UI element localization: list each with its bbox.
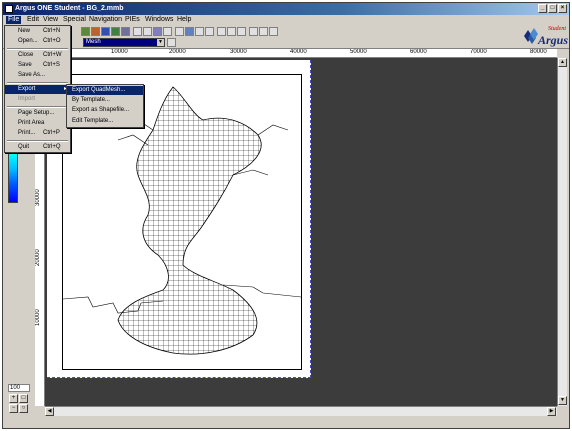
menu-navigation[interactable]: Navigation <box>89 16 122 24</box>
scroll-right-icon[interactable]: ▶ <box>547 407 556 416</box>
scroll-down-icon[interactable]: ▼ <box>558 396 567 405</box>
ruler-label: 20000 <box>169 49 186 55</box>
top-ruler: 10000 20000 30000 40000 50000 60000 7000… <box>47 49 557 58</box>
tool-icon-18[interactable] <box>259 27 268 36</box>
menu-windows[interactable]: Windows <box>145 16 173 24</box>
tool-icon-16[interactable] <box>237 27 246 36</box>
color-scale-bar <box>8 153 18 203</box>
menu-separator <box>7 140 68 142</box>
menu-item-by-template[interactable]: By Template... <box>67 96 143 105</box>
tool-icon-14[interactable] <box>217 27 226 36</box>
menu-item-save-as[interactable]: Save As... <box>5 71 70 80</box>
layer-combo-value: Mesh <box>86 39 101 45</box>
tool-icon-8[interactable] <box>153 27 162 36</box>
tool-icon-6[interactable] <box>133 27 142 36</box>
tool-icon-13[interactable] <box>205 27 214 36</box>
tool-icon-10[interactable] <box>175 27 184 36</box>
zoom-out-icon[interactable]: − <box>9 404 18 413</box>
ruler-label: 10000 <box>111 49 128 55</box>
menu-item-export-shapefile[interactable]: Export as Shapefile... <box>67 106 143 115</box>
tool-icon-19[interactable] <box>269 27 278 36</box>
status-bar <box>3 416 569 428</box>
menu-item-export-quadmesh[interactable]: Export QuadMesh... <box>67 86 143 95</box>
tool-icon-9[interactable] <box>163 27 172 36</box>
ruler-label: 50000 <box>350 49 367 55</box>
menu-item-print[interactable]: Print... Ctrl+P <box>5 129 70 138</box>
scroll-up-icon[interactable]: ▲ <box>558 58 567 67</box>
tool-icon-15[interactable] <box>227 27 236 36</box>
vertical-scrollbar[interactable]: ▲ ▼ <box>557 58 567 406</box>
argus-logo: Student Argus <box>522 26 568 48</box>
ruler-label: 60000 <box>410 49 427 55</box>
menu-item-close[interactable]: Close Ctrl+W <box>5 51 70 60</box>
tool-icon-12[interactable] <box>195 27 204 36</box>
ruler-label: 30000 <box>230 49 247 55</box>
zoom-in-icon[interactable]: + <box>9 394 18 403</box>
menu-separator <box>7 82 68 84</box>
zoom-reset-icon[interactable]: ○ <box>19 404 28 413</box>
tool-icon-3[interactable] <box>101 27 110 36</box>
ruler-label: 20000 <box>35 249 41 266</box>
menu-view[interactable]: View <box>43 16 58 24</box>
menu-separator <box>7 48 68 50</box>
logo-student-text: Student <box>548 26 566 32</box>
export-submenu: Export QuadMesh... By Template... Export… <box>66 84 144 128</box>
window-title: Argus ONE Student - BG_2.mmb <box>15 5 124 12</box>
layer-combo[interactable]: Mesh ▼ <box>83 38 165 47</box>
menu-item-page-setup[interactable]: Page Setup... <box>5 109 70 118</box>
menu-item-edit-template[interactable]: Edit Template... <box>67 117 143 126</box>
file-menu-dropdown: New Ctrl+N Open... Ctrl+O Close Ctrl+W Save… <box>4 25 71 153</box>
menu-separator <box>7 106 68 108</box>
tool-icon-4[interactable] <box>111 27 120 36</box>
maximize-button[interactable]: □ <box>548 4 557 13</box>
zoom-fit-icon[interactable]: □ <box>19 394 28 403</box>
ruler-label: 70000 <box>470 49 487 55</box>
logo-argus-text: Argus <box>538 33 569 47</box>
chevron-down-icon[interactable]: ▼ <box>157 39 164 46</box>
tool-icon-1[interactable] <box>81 27 90 36</box>
tool-icon-5[interactable] <box>121 27 130 36</box>
zoom-input[interactable]: 100 <box>8 384 30 392</box>
menu-item-export[interactable]: Export▸ <box>5 85 70 94</box>
menu-item-import: Import <box>18 96 36 102</box>
title-bar: Argus ONE Student - BG_2.mmb _ □ × <box>3 3 569 15</box>
menu-bar: File Edit View Special Navigation PIEs W… <box>3 15 569 25</box>
horizontal-scrollbar[interactable]: ◀ ▶ <box>45 406 557 416</box>
tool-icon-7[interactable] <box>143 27 152 36</box>
menu-file[interactable]: File <box>6 16 22 24</box>
tool-icon-2[interactable] <box>91 27 100 36</box>
close-button[interactable]: × <box>558 4 567 13</box>
menu-pies[interactable]: PIEs <box>125 16 140 24</box>
menu-help[interactable]: Help <box>177 16 191 24</box>
tool-icon-20[interactable] <box>167 38 176 47</box>
menu-item-quit[interactable]: Quit Ctrl+Q <box>5 143 70 152</box>
menu-special[interactable]: Special <box>63 16 86 24</box>
scroll-left-icon[interactable]: ◀ <box>45 407 54 416</box>
tool-icon-11[interactable] <box>185 27 194 36</box>
app-icon <box>5 5 13 13</box>
menu-edit[interactable]: Edit <box>27 16 39 24</box>
menu-item-save[interactable]: Save Ctrl+S <box>5 61 70 70</box>
menu-item-print-area[interactable]: Print Area <box>5 119 70 128</box>
minimize-button[interactable]: _ <box>538 4 547 13</box>
toolbar: Mesh ▼ Student Argus <box>3 25 569 49</box>
ruler-label: 40000 <box>290 49 307 55</box>
ruler-label: 30000 <box>35 189 41 206</box>
menu-item-new[interactable]: New Ctrl+N <box>5 27 70 36</box>
ruler-label: 10000 <box>35 309 41 326</box>
menu-item-open[interactable]: Open... Ctrl+O <box>5 37 70 46</box>
tool-icon-17[interactable] <box>249 27 258 36</box>
ruler-label: 80000 <box>530 49 547 55</box>
